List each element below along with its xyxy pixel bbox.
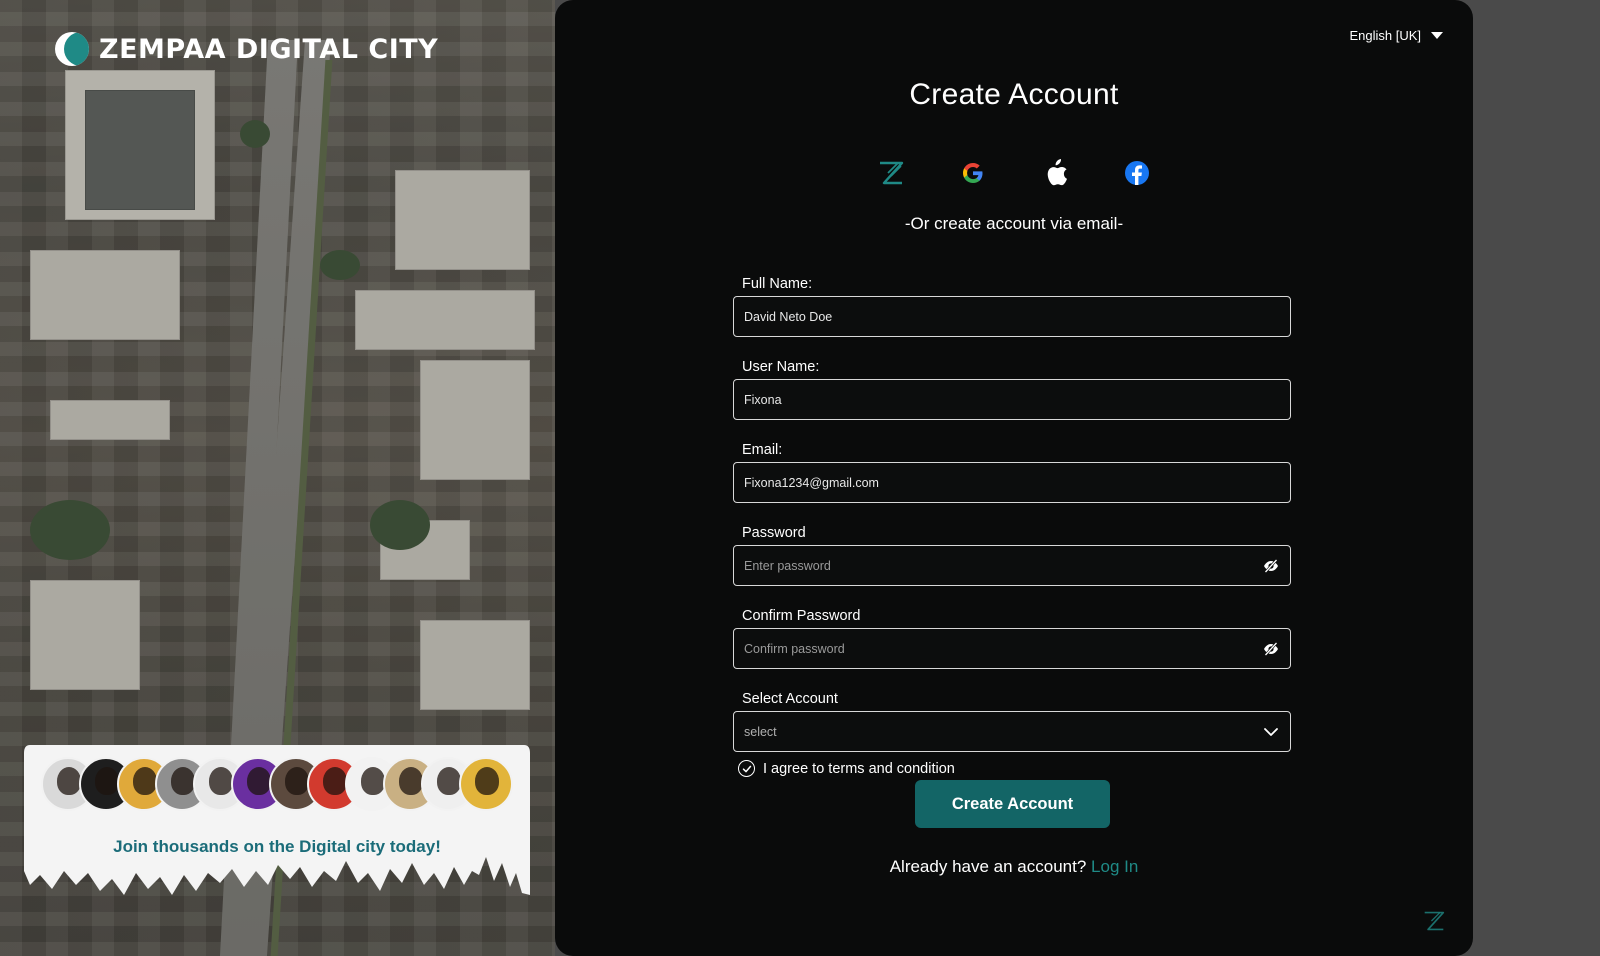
- join-text: Join thousands on the Digital city today…: [113, 837, 441, 856]
- zempaa-login-button[interactable]: [876, 158, 906, 188]
- confirm-password-input[interactable]: [733, 628, 1291, 669]
- login-prompt: Already have an account? Log In: [555, 857, 1473, 877]
- eye-off-icon[interactable]: [1263, 558, 1279, 574]
- or-divider-text: -Or create account via email-: [904, 214, 1124, 233]
- brand-name: ZEMPAA DIGITAL CITY: [99, 33, 439, 65]
- user-name-field: User Name:: [733, 359, 1291, 420]
- user-name-label: User Name:: [742, 359, 820, 375]
- page-title: Create Account: [909, 78, 1119, 111]
- member-avatars: [41, 757, 513, 811]
- confirm-password-label: Confirm Password: [742, 608, 861, 624]
- caret-down-icon: [1431, 32, 1443, 39]
- full-name-label: Full Name:: [742, 276, 813, 292]
- terms-checkbox[interactable]: [738, 760, 755, 777]
- facebook-login-button[interactable]: [1122, 158, 1152, 188]
- apple-login-button[interactable]: [1040, 158, 1070, 188]
- terms-text: I agree to terms and condition: [763, 760, 955, 777]
- facebook-icon: [1125, 161, 1149, 185]
- confirm-password-field: Confirm Password: [733, 608, 1291, 669]
- create-account-button[interactable]: Create Account: [915, 780, 1110, 828]
- signup-panel: English [UK] Create Account -Or create a…: [555, 0, 1473, 956]
- city-background-image: ZEMPAA DIGITAL CITY Join thousands on th…: [0, 0, 555, 956]
- select-account-label: Select Account: [742, 691, 838, 707]
- password-field: Password: [733, 525, 1291, 586]
- language-selector[interactable]: English [UK]: [1349, 28, 1443, 43]
- select-account-dropdown[interactable]: select: [733, 711, 1291, 752]
- full-name-field: Full Name:: [733, 276, 1291, 337]
- join-card: Join thousands on the Digital city today…: [24, 745, 530, 917]
- email-label: Email:: [742, 442, 783, 458]
- social-login-buttons: [555, 158, 1473, 188]
- terms-agreement: I agree to terms and condition: [738, 760, 1291, 777]
- apple-icon: [1047, 159, 1067, 186]
- avatar: [459, 757, 513, 811]
- zempaa-logo-icon: [55, 32, 89, 66]
- signup-form: Full Name: User Name: Email: Password: [733, 276, 1291, 777]
- brand: ZEMPAA DIGITAL CITY: [55, 32, 438, 66]
- google-icon: [963, 163, 983, 183]
- password-input[interactable]: [733, 545, 1291, 586]
- email-field: Email:: [733, 442, 1291, 503]
- select-account-value: select: [744, 724, 777, 739]
- email-input[interactable]: [733, 462, 1291, 503]
- check-icon: [742, 765, 751, 772]
- user-name-input[interactable]: [733, 379, 1291, 420]
- select-account-field: Select Account select: [733, 691, 1291, 752]
- full-name-input[interactable]: [733, 296, 1291, 337]
- google-login-button[interactable]: [958, 158, 988, 188]
- login-prompt-text: Already have an account?: [889, 857, 1087, 876]
- eye-off-icon[interactable]: [1263, 641, 1279, 657]
- zempaa-watermark-icon: [1424, 911, 1445, 931]
- language-label: English [UK]: [1349, 28, 1421, 43]
- password-label: Password: [742, 525, 806, 541]
- login-link[interactable]: Log In: [1091, 857, 1138, 876]
- zempaa-icon: [880, 161, 904, 185]
